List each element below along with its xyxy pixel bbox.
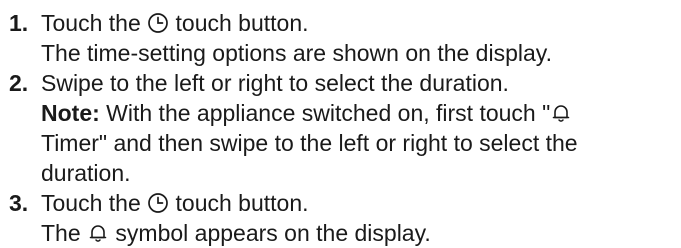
step-number: 1. <box>9 10 29 36</box>
note-line-1: Note: With the appliance switched on, fi… <box>41 98 677 128</box>
step-body: Touch the touch button. The time-setting… <box>41 8 681 68</box>
step-instruction: Touch the touch button. <box>41 8 677 38</box>
step-number: 2. <box>9 70 29 96</box>
timer-clock-icon <box>147 12 169 34</box>
note-label: Note: <box>41 100 100 126</box>
instruction-list: 1. Touch the touch button. The time-sett… <box>0 0 681 248</box>
step-3: 3. Touch the touch button. The symbol ap… <box>9 188 681 248</box>
step-number: 3. <box>9 190 29 216</box>
step-body: Swipe to the left or right to select the… <box>41 68 681 188</box>
step-body: Touch the touch button. The symbol appea… <box>41 188 681 248</box>
step-instruction: Touch the touch button. <box>41 188 677 218</box>
note-text-pre: With the appliance switched on, first to… <box>106 100 551 126</box>
note-line-3: duration. <box>41 160 131 186</box>
instruction-text-pre: Touch the <box>41 10 141 36</box>
step-result: The time-setting options are shown on th… <box>41 40 552 66</box>
note-line-2: Timer" and then swipe to the left or rig… <box>41 130 578 156</box>
bell-icon <box>550 102 572 124</box>
instruction-text-pre: Touch the <box>41 190 141 216</box>
instruction-text-post: touch button. <box>175 190 309 216</box>
step-result: The symbol appears on the display. <box>41 218 677 248</box>
step-2: 2. Swipe to the left or right to select … <box>9 68 681 188</box>
result-text-pre: The <box>41 220 81 246</box>
timer-clock-icon <box>147 192 169 214</box>
instruction-text-post: touch button. <box>175 10 309 36</box>
bell-icon <box>87 222 109 244</box>
step-instruction: Swipe to the left or right to select the… <box>41 70 509 96</box>
step-1: 1. Touch the touch button. The time-sett… <box>9 8 681 68</box>
result-text-post: symbol appears on the display. <box>115 220 431 246</box>
